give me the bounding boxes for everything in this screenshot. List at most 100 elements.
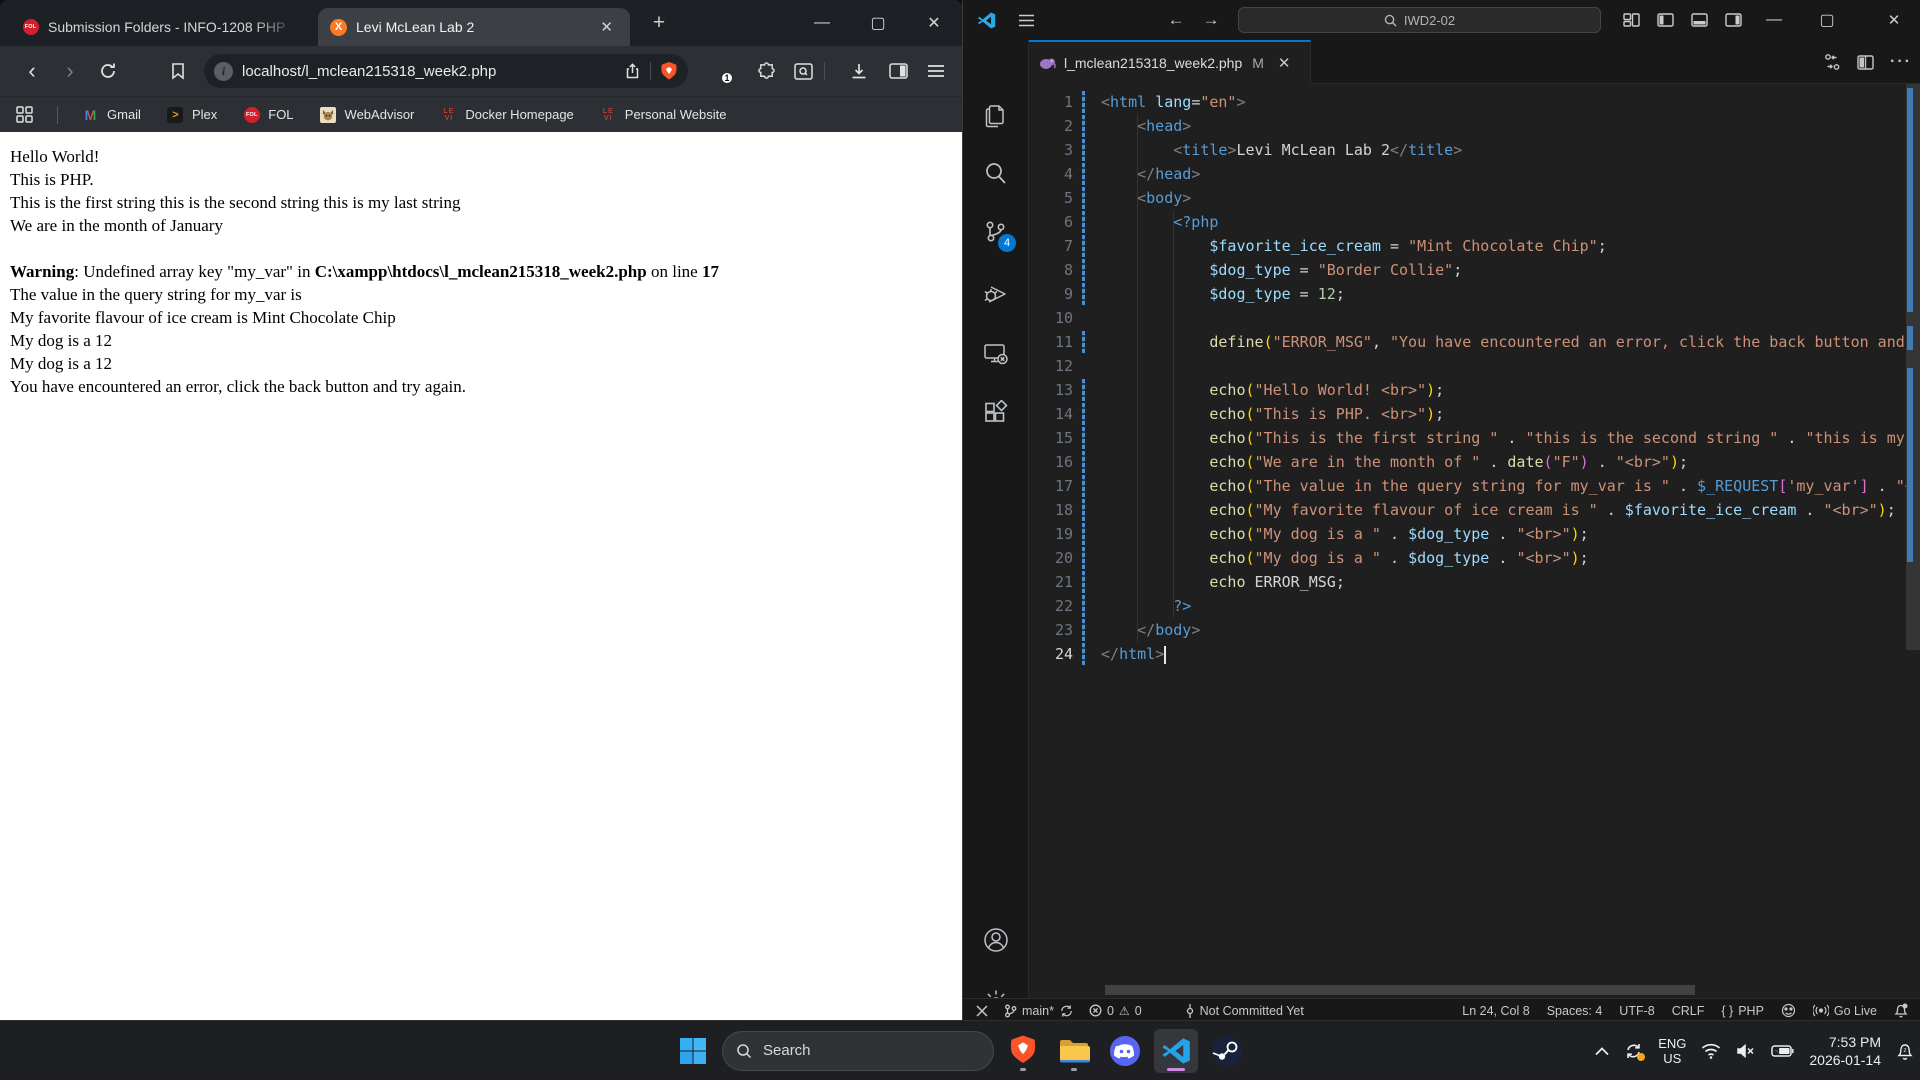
git-modified-gutter[interactable] xyxy=(1079,594,1091,618)
back-icon[interactable]: ‹ xyxy=(16,55,48,87)
code-line[interactable]: 7 $favorite_ice_cream = "Mint Chocolate … xyxy=(1029,234,1906,258)
toggle-sidebar-icon[interactable] xyxy=(1652,0,1678,40)
taskbar-vscode-icon[interactable] xyxy=(1154,1029,1198,1073)
line-number[interactable]: 19 xyxy=(1029,522,1073,546)
code-line[interactable]: 4 </head> xyxy=(1029,162,1906,186)
extension-status-icon[interactable] xyxy=(1781,1003,1796,1018)
site-info-icon[interactable]: i xyxy=(214,62,233,81)
close-button[interactable]: ✕ xyxy=(906,0,962,46)
git-modified-gutter[interactable] xyxy=(1079,618,1091,642)
taskbar-search-box[interactable]: Search xyxy=(722,1031,994,1071)
line-number[interactable]: 16 xyxy=(1029,450,1073,474)
code-line[interactable]: 16 echo("We are in the month of " . date… xyxy=(1029,450,1906,474)
tray-chevron-icon[interactable] xyxy=(1595,1047,1609,1056)
forward-icon[interactable]: › xyxy=(54,55,86,87)
bookmark-webadvisor[interactable]: WebAdvisor xyxy=(320,106,415,123)
browser-tab-submission-folders[interactable]: FOL Submission Folders - INFO-1208 PHP xyxy=(10,8,310,46)
git-modified-gutter[interactable] xyxy=(1079,90,1091,114)
url-text[interactable]: localhost/l_mclean215318_week2.php xyxy=(242,63,615,80)
code-line[interactable]: 22 ?> xyxy=(1029,594,1906,618)
vscode-maximize-button[interactable]: ▢ xyxy=(1804,0,1850,40)
wifi-icon[interactable] xyxy=(1701,1043,1721,1059)
go-live-item[interactable]: Go Live xyxy=(1813,1004,1877,1018)
git-modified-gutter[interactable] xyxy=(1079,114,1091,138)
clock[interactable]: 7:53 PM 2026-01-14 xyxy=(1809,1033,1881,1069)
line-number[interactable]: 5 xyxy=(1029,186,1073,210)
line-number[interactable]: 2 xyxy=(1029,114,1073,138)
bookmark-personal-website[interactable]: LEVIPersonal Website xyxy=(600,106,727,123)
git-modified-gutter[interactable] xyxy=(1079,498,1091,522)
code-lines[interactable]: 1<html lang="en">2 <head>3 <title>Levi M… xyxy=(1029,90,1906,666)
line-number[interactable]: 14 xyxy=(1029,402,1073,426)
git-modified-gutter[interactable] xyxy=(1079,474,1091,498)
git-modified-gutter[interactable] xyxy=(1079,522,1091,546)
remote-indicator[interactable] xyxy=(975,1004,989,1018)
toggle-secondary-sidebar-icon[interactable] xyxy=(1720,0,1746,40)
line-number[interactable]: 3 xyxy=(1029,138,1073,162)
line-number[interactable]: 22 xyxy=(1029,594,1073,618)
customize-layout-icon[interactable] xyxy=(1618,0,1644,40)
git-modified-gutter[interactable] xyxy=(1079,378,1091,402)
explorer-icon[interactable] xyxy=(963,100,1028,128)
problems-item[interactable]: 0 ⚠ 0 xyxy=(1089,1004,1142,1018)
open-changes-icon[interactable] xyxy=(1823,53,1841,71)
vscode-minimize-button[interactable]: — xyxy=(1751,0,1797,40)
encoding-item[interactable]: UTF-8 xyxy=(1619,1004,1654,1018)
search-sidebar-icon[interactable] xyxy=(963,160,1028,187)
line-number[interactable]: 15 xyxy=(1029,426,1073,450)
split-editor-icon[interactable] xyxy=(1857,55,1874,70)
git-modified-gutter[interactable] xyxy=(1079,186,1091,210)
code-line[interactable]: 8 $dog_type = "Border Collie"; xyxy=(1029,258,1906,282)
update-sync-icon[interactable] xyxy=(1624,1042,1643,1060)
gutter[interactable] xyxy=(1079,354,1091,378)
cursor-position-item[interactable]: Ln 24, Col 8 xyxy=(1462,1004,1529,1018)
gutter[interactable] xyxy=(1079,306,1091,330)
start-button[interactable] xyxy=(671,1029,715,1073)
code-line[interactable]: 10 xyxy=(1029,306,1906,330)
taskbar-brave-icon[interactable] xyxy=(1001,1029,1045,1073)
git-modified-gutter[interactable] xyxy=(1079,402,1091,426)
git-branch-item[interactable]: main* xyxy=(1004,1004,1074,1018)
code-line[interactable]: 21 echo ERROR_MSG; xyxy=(1029,570,1906,594)
git-modified-gutter[interactable] xyxy=(1079,330,1091,354)
bookmark-plex[interactable]: >Plex xyxy=(167,106,217,123)
horizontal-scrollbar[interactable] xyxy=(1105,985,1695,995)
bookmark-gmail[interactable]: MGmail xyxy=(82,106,141,123)
nav-forward-icon[interactable]: → xyxy=(1196,0,1226,40)
bookmark-fol[interactable]: FOLFOL xyxy=(243,106,293,123)
menu-icon[interactable] xyxy=(920,55,952,87)
sidebar-icon[interactable] xyxy=(882,55,914,87)
vscode-close-button[interactable]: ✕ xyxy=(1871,0,1917,40)
line-number[interactable]: 11 xyxy=(1029,330,1073,354)
git-modified-gutter[interactable] xyxy=(1079,642,1091,666)
line-number[interactable]: 7 xyxy=(1029,234,1073,258)
code-line[interactable]: 13 echo("Hello World! <br>"); xyxy=(1029,378,1906,402)
toggle-panel-icon[interactable] xyxy=(1686,0,1712,40)
language-switcher[interactable]: ENG US xyxy=(1658,1036,1686,1066)
code-line[interactable]: 3 <title>Levi McLean Lab 2</title> xyxy=(1029,138,1906,162)
code-line[interactable]: 1<html lang="en"> xyxy=(1029,90,1906,114)
leo-ai-icon[interactable]: 1 xyxy=(706,57,728,81)
code-line[interactable]: 5 <body> xyxy=(1029,186,1906,210)
code-line[interactable]: 17 echo("The value in the query string f… xyxy=(1029,474,1906,498)
git-modified-gutter[interactable] xyxy=(1079,426,1091,450)
line-number[interactable]: 12 xyxy=(1029,354,1073,378)
accounts-icon[interactable] xyxy=(963,926,1028,954)
code-line[interactable]: 2 <head> xyxy=(1029,114,1906,138)
command-center-search[interactable]: IWD2-02 xyxy=(1238,7,1601,33)
run-debug-icon[interactable] xyxy=(963,280,1028,308)
extensions-icon[interactable] xyxy=(963,400,1028,427)
code-line[interactable]: 11 define("ERROR_MSG", "You have encount… xyxy=(1029,330,1906,354)
line-number[interactable]: 9 xyxy=(1029,282,1073,306)
git-modified-gutter[interactable] xyxy=(1079,138,1091,162)
code-line[interactable]: 19 echo("My dog is a " . $dog_type . "<b… xyxy=(1029,522,1906,546)
search-window-icon[interactable] xyxy=(787,55,819,87)
indentation-item[interactable]: Spaces: 4 xyxy=(1547,1004,1603,1018)
code-line[interactable]: 6 <?php xyxy=(1029,210,1906,234)
nav-back-icon[interactable]: ← xyxy=(1161,0,1191,40)
bookmark-icon[interactable] xyxy=(162,55,194,87)
line-number[interactable]: 10 xyxy=(1029,306,1073,330)
tab-close-icon[interactable]: ✕ xyxy=(595,16,618,38)
volume-muted-icon[interactable] xyxy=(1736,1043,1756,1059)
line-number[interactable]: 6 xyxy=(1029,210,1073,234)
